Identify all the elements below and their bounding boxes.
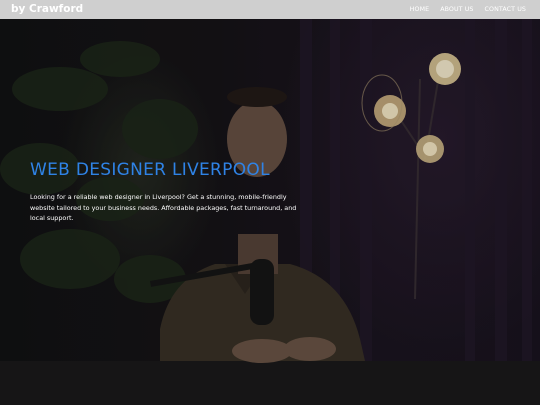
nav-home-link[interactable]: HOME [410, 6, 430, 14]
brand-logo[interactable]: by Crawford [11, 3, 83, 16]
nav-about-link[interactable]: ABOUT US [440, 6, 473, 14]
hero-title: WEB DESIGNER LIVERPOOL [30, 160, 270, 180]
top-navbar: by Crawford HOME ABOUT US CONTACT US [0, 0, 540, 19]
hero-description: Looking for a reliable web designer in L… [30, 193, 297, 223]
nav-links: HOME ABOUT US CONTACT US [410, 6, 526, 14]
nav-contact-link[interactable]: CONTACT US [485, 6, 526, 14]
